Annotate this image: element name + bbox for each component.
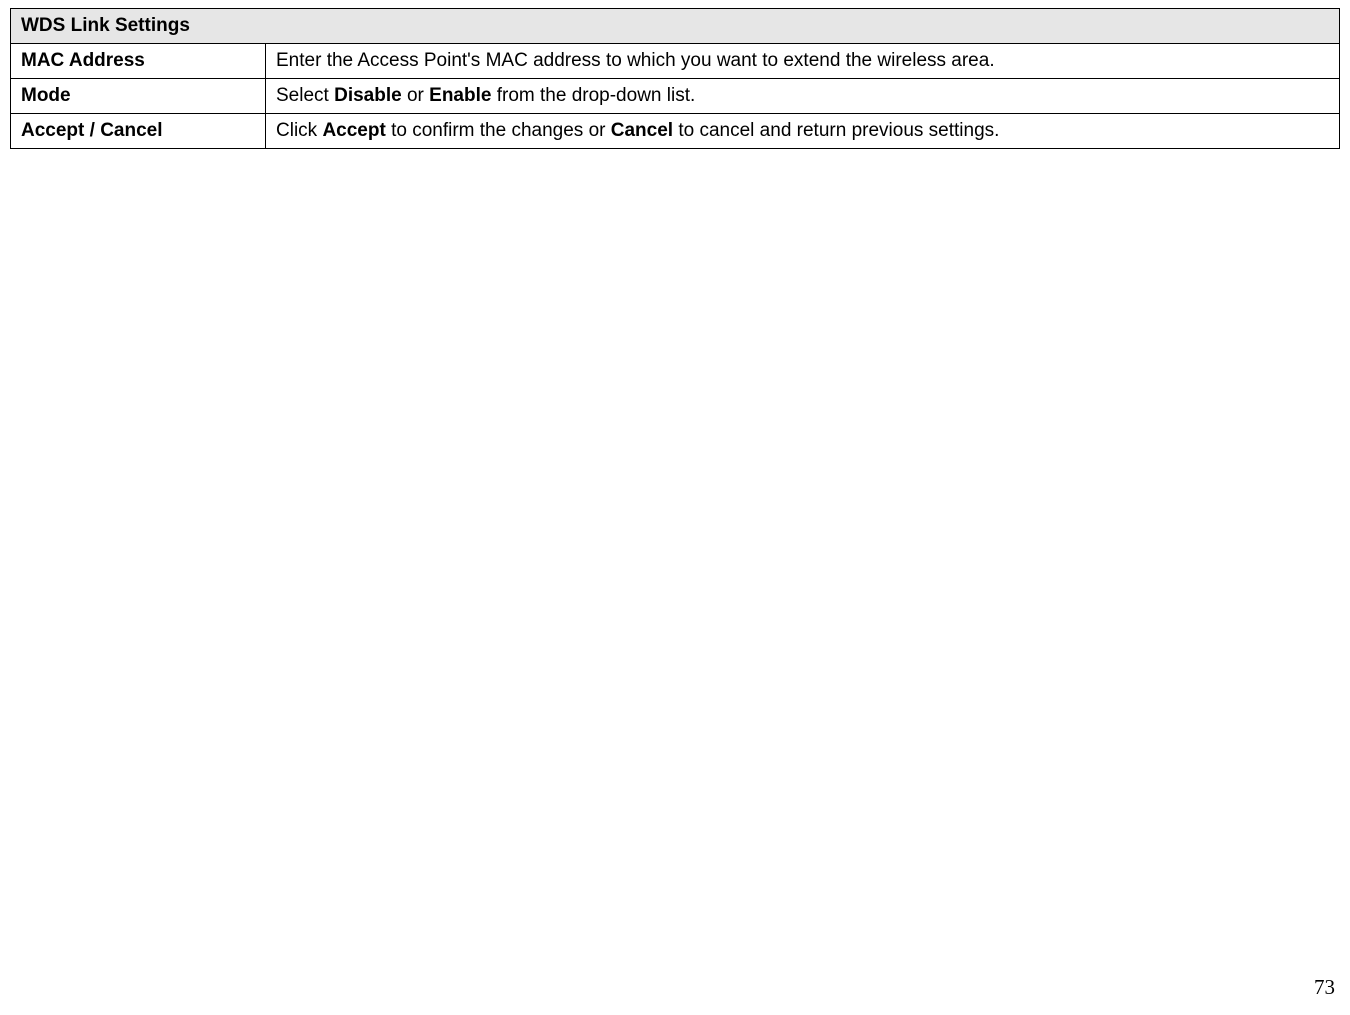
bold-text-span: Accept (322, 120, 385, 141)
table-row: MAC Address Enter the Access Point's MAC… (11, 44, 1340, 79)
row-desc-accept-cancel: Click Accept to confirm the changes or C… (266, 114, 1340, 149)
table-header: WDS Link Settings (11, 9, 1340, 44)
bold-text-span: Disable (334, 85, 402, 106)
bold-text-span: Enable (429, 85, 491, 106)
page-number: 73 (1314, 975, 1335, 1000)
table-body: MAC Address Enter the Access Point's MAC… (11, 44, 1340, 149)
text-span: Enter the Access Point's MAC address to … (276, 50, 995, 71)
table-row: Mode Select Disable or Enable from the d… (11, 79, 1340, 114)
table-header-row: WDS Link Settings (11, 9, 1340, 44)
text-span: from the drop-down list. (491, 85, 695, 106)
bold-text-span: Cancel (611, 120, 673, 141)
text-span: to confirm the changes or (386, 120, 611, 141)
text-span: to cancel and return previous settings. (673, 120, 999, 141)
wds-link-settings-table: WDS Link Settings MAC Address Enter the … (10, 8, 1340, 149)
row-desc-mode: Select Disable or Enable from the drop-d… (266, 79, 1340, 114)
text-span: Select (276, 85, 334, 106)
row-label-mac-address: MAC Address (11, 44, 266, 79)
row-label-accept-cancel: Accept / Cancel (11, 114, 266, 149)
text-span: Click (276, 120, 322, 141)
text-span: or (402, 85, 429, 106)
row-desc-mac-address: Enter the Access Point's MAC address to … (266, 44, 1340, 79)
row-label-mode: Mode (11, 79, 266, 114)
table-row: Accept / Cancel Click Accept to confirm … (11, 114, 1340, 149)
